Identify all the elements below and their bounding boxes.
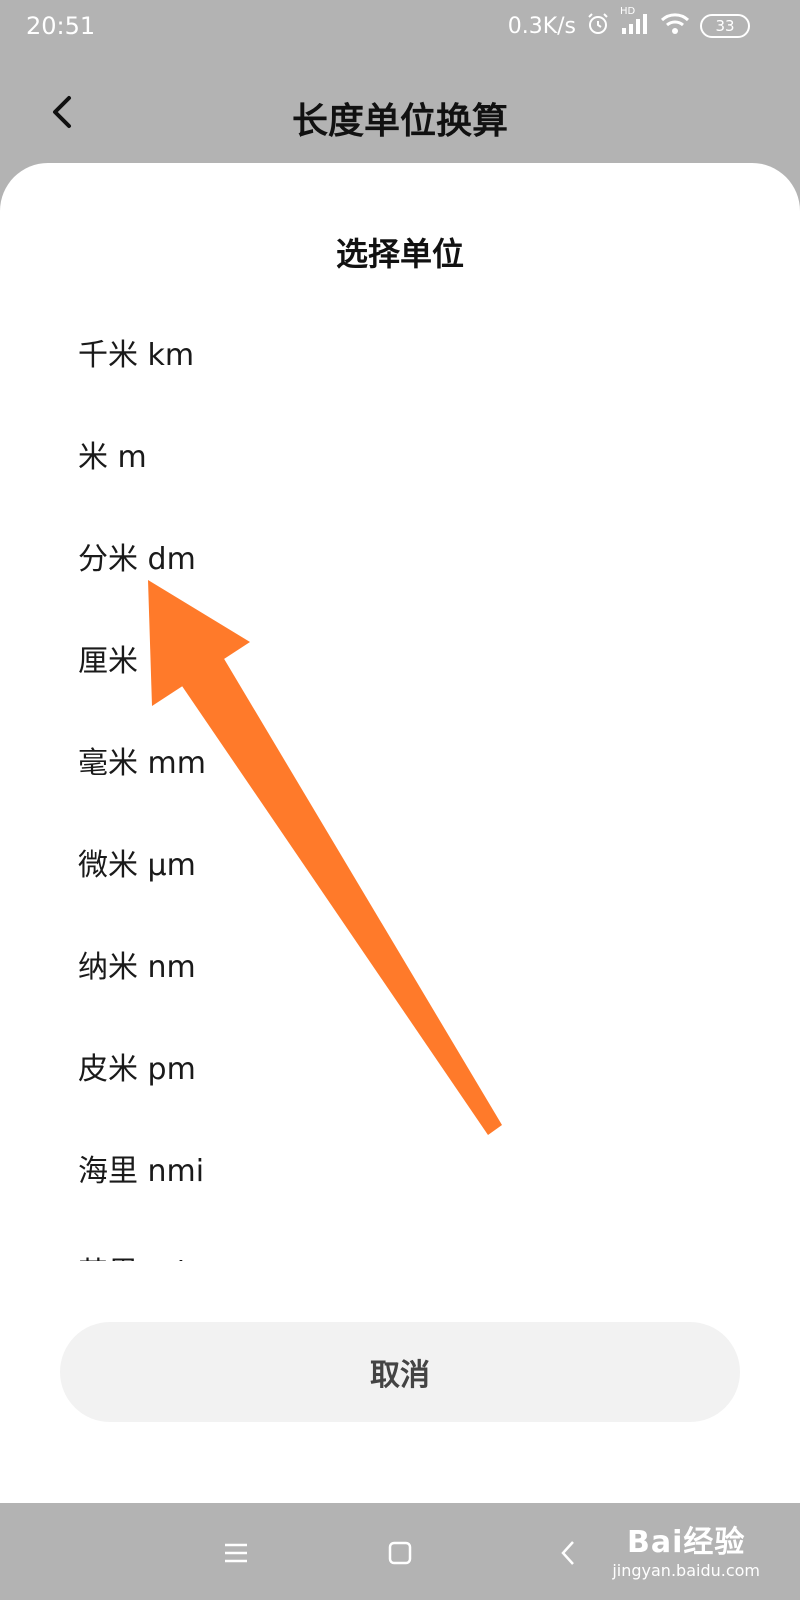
nav-back-icon	[561, 1541, 574, 1565]
home-icon	[388, 1541, 412, 1565]
watermark-brand: Bai经验	[626, 1525, 746, 1560]
signal-icon: HD	[620, 6, 650, 40]
wifi-icon	[660, 12, 690, 40]
hd-label: HD	[620, 6, 636, 17]
unit-list[interactable]: 千米 km 米 m 分米 dm 厘米 毫米 mm 微米 μm 纳米 nm 皮米 …	[0, 301, 800, 1261]
baidu-jingyan-watermark: Bai经验 jingyan.baidu.com	[612, 1517, 760, 1580]
unit-picker-sheet: 选择单位 千米 km 米 m 分米 dm 厘米 毫米 mm 微米 μm 纳米 n…	[0, 163, 800, 1503]
nav-bar: Bai经验 jingyan.baidu.com	[0, 1503, 800, 1600]
screen: 20:51 0.3K/s HD 33 长度单位换算 选择单位 千米 km 米 m…	[0, 0, 800, 1600]
menu-icon	[225, 1543, 247, 1563]
unit-option-pm[interactable]: 皮米 pm	[0, 1015, 800, 1117]
network-speed: 0.3K/s	[507, 13, 576, 39]
unit-option-cm[interactable]: 厘米	[0, 607, 800, 709]
unit-option-nm[interactable]: 纳米 nm	[0, 913, 800, 1015]
unit-option-dm[interactable]: 分米 dm	[0, 505, 800, 607]
nav-back-button[interactable]	[548, 1533, 588, 1573]
status-icons: 0.3K/s HD 33	[507, 6, 750, 40]
alarm-icon	[586, 12, 610, 40]
sheet-title: 选择单位	[335, 235, 464, 273]
status-time: 20:51	[26, 12, 96, 40]
cancel-button[interactable]: 取消	[60, 1322, 740, 1422]
status-bar: 20:51 0.3K/s HD 33	[0, 0, 800, 56]
watermark-url: jingyan.baidu.com	[612, 1561, 760, 1580]
menu-button[interactable]	[216, 1533, 256, 1573]
unit-option-km[interactable]: 千米 km	[0, 301, 800, 403]
unit-option-m[interactable]: 米 m	[0, 403, 800, 505]
page-title: 长度单位换算	[291, 101, 508, 142]
top-bar: 长度单位换算	[0, 70, 800, 160]
unit-option-um[interactable]: 微米 μm	[0, 811, 800, 913]
unit-option-mm[interactable]: 毫米 mm	[0, 709, 800, 811]
unit-option-nmi[interactable]: 海里 nmi	[0, 1117, 800, 1219]
unit-option-mi[interactable]: 英里 mi	[0, 1219, 800, 1261]
battery-indicator: 33	[700, 14, 750, 38]
home-button[interactable]	[380, 1533, 420, 1573]
